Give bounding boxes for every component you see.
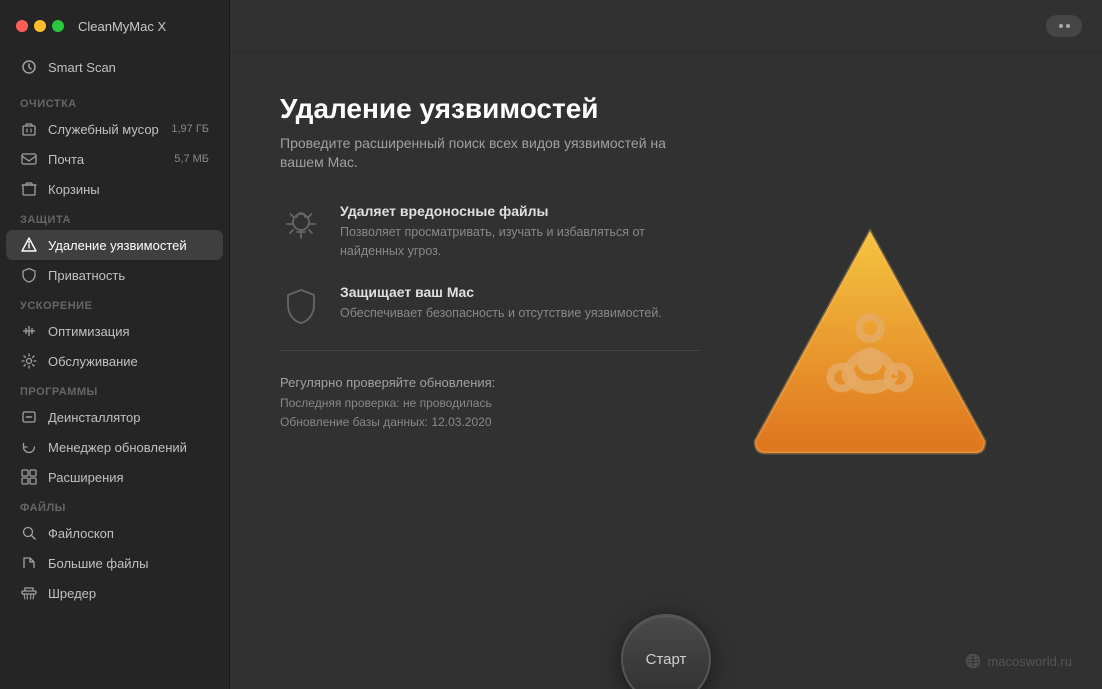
feature-malware-title: Удаляет вредоносные файлы [340,203,700,219]
sidebar-item-mail[interactable]: Почта 5,7 МБ [6,144,223,174]
smart-scan-label: Smart Scan [48,60,116,75]
traffic-lights [16,20,64,32]
dot1 [1059,24,1063,28]
privacy-label: Приватность [48,268,125,283]
feature-malware: Удаляет вредоносные файлы Позволяет прос… [280,203,700,261]
mail-icon [20,150,38,168]
smart-scan-icon [20,58,38,76]
page-title: Удаление уязвимостей [280,92,700,126]
extensions-label: Расширения [48,470,124,485]
large-files-icon [20,554,38,572]
optimization-label: Оптимизация [48,324,130,339]
minimize-button[interactable] [34,20,46,32]
mail-label: Почта [48,152,84,167]
db-update: Обновление базы данных: 12.03.2020 [280,413,700,432]
app-title: CleanMyMac X [78,19,166,34]
last-check: Последняя проверка: не проводилась [280,394,700,413]
sidebar-item-smart-scan[interactable]: Smart Scan [6,52,223,82]
maintenance-icon [20,352,38,370]
page-subtitle: Проведите расширенный поиск всех видов у… [280,134,700,173]
titlebar: CleanMyMac X [0,0,230,52]
mail-badge: 5,7 МБ [174,153,209,165]
start-button[interactable]: Старт [621,614,711,689]
section-protection: Защита [0,204,229,230]
sidebar-item-maintenance[interactable]: Обслуживание [6,346,223,376]
menu-dots-button[interactable] [1046,15,1082,37]
uninstaller-icon [20,408,38,426]
dot2 [1066,24,1070,28]
sidebar-item-file-lens[interactable]: Файлоскоп [6,518,223,548]
updater-label: Менеджер обновлений [48,440,187,455]
sidebar-item-malware[interactable]: Удаление уязвимостей [6,230,223,260]
watermark: macosworld.ru [965,653,1072,669]
feature-protection-text: Защищает ваш Mac Обеспечивает безопаснос… [340,284,700,323]
main-content: Удаление уязвимостей Проведите расширенн… [230,52,1102,589]
content-left: Удаление уязвимостей Проведите расширенн… [280,92,700,589]
feature-malware-desc: Позволяет просматривать, изучать и избав… [340,223,700,261]
globe-icon [965,653,981,669]
watermark-text: macosworld.ru [987,654,1072,669]
shield-icon [280,284,322,326]
malware-icon [20,236,38,254]
section-programs: Программы [0,376,229,402]
shredder-label: Шредер [48,586,96,601]
section-speed: Ускорение [0,290,229,316]
close-button[interactable] [16,20,28,32]
sidebar-item-updater[interactable]: Менеджер обновлений [6,432,223,462]
system-junk-icon [20,120,38,138]
divider [280,350,700,351]
sidebar-item-shredder[interactable]: Шредер [6,578,223,608]
extensions-icon [20,468,38,486]
updater-icon [20,438,38,456]
sidebar-item-optimization[interactable]: Оптимизация [6,316,223,346]
sidebar-item-trash[interactable]: Корзины [6,174,223,204]
sidebar: CleanMyMac X Smart Scan Очистка Служебны… [0,0,230,689]
maintenance-label: Обслуживание [48,354,138,369]
feature-protection: Защищает ваш Mac Обеспечивает безопаснос… [280,284,700,326]
sidebar-item-privacy[interactable]: Приватность [6,260,223,290]
system-junk-badge: 1,97 ГБ [171,123,209,135]
sidebar-item-extensions[interactable]: Расширения [6,462,223,492]
optimization-icon [20,322,38,340]
update-label: Регулярно проверяйте обновления: [280,375,700,390]
sidebar-item-system-junk[interactable]: Служебный мусор 1,97 ГБ [6,114,223,144]
privacy-icon [20,266,38,284]
bottom-bar: Старт [230,589,1102,689]
section-cleaning: Очистка [0,88,229,114]
feature-malware-text: Удаляет вредоносные файлы Позволяет прос… [340,203,700,261]
shredder-icon [20,584,38,602]
sidebar-item-uninstaller[interactable]: Деинсталлятор [6,402,223,432]
main-header [230,0,1102,52]
feature-protection-title: Защищает ваш Mac [340,284,700,300]
malware-label: Удаление уязвимостей [48,238,187,253]
sidebar-item-large-files[interactable]: Большие файлы [6,548,223,578]
section-files: Файлы [0,492,229,518]
trash-icon [20,180,38,198]
content-right [700,92,1040,589]
file-lens-icon [20,524,38,542]
biohazard-illustration [730,201,1010,481]
trash-label: Корзины [48,182,100,197]
file-lens-label: Файлоскоп [48,526,114,541]
uninstaller-label: Деинсталлятор [48,410,141,425]
update-section: Регулярно проверяйте обновления: Последн… [280,371,700,432]
bug-icon [280,203,322,245]
main-panel: Удаление уязвимостей Проведите расширенн… [230,0,1102,689]
large-files-label: Большие файлы [48,556,148,571]
maximize-button[interactable] [52,20,64,32]
feature-protection-desc: Обеспечивает безопасность и отсутствие у… [340,304,700,323]
system-junk-label: Служебный мусор [48,122,159,137]
